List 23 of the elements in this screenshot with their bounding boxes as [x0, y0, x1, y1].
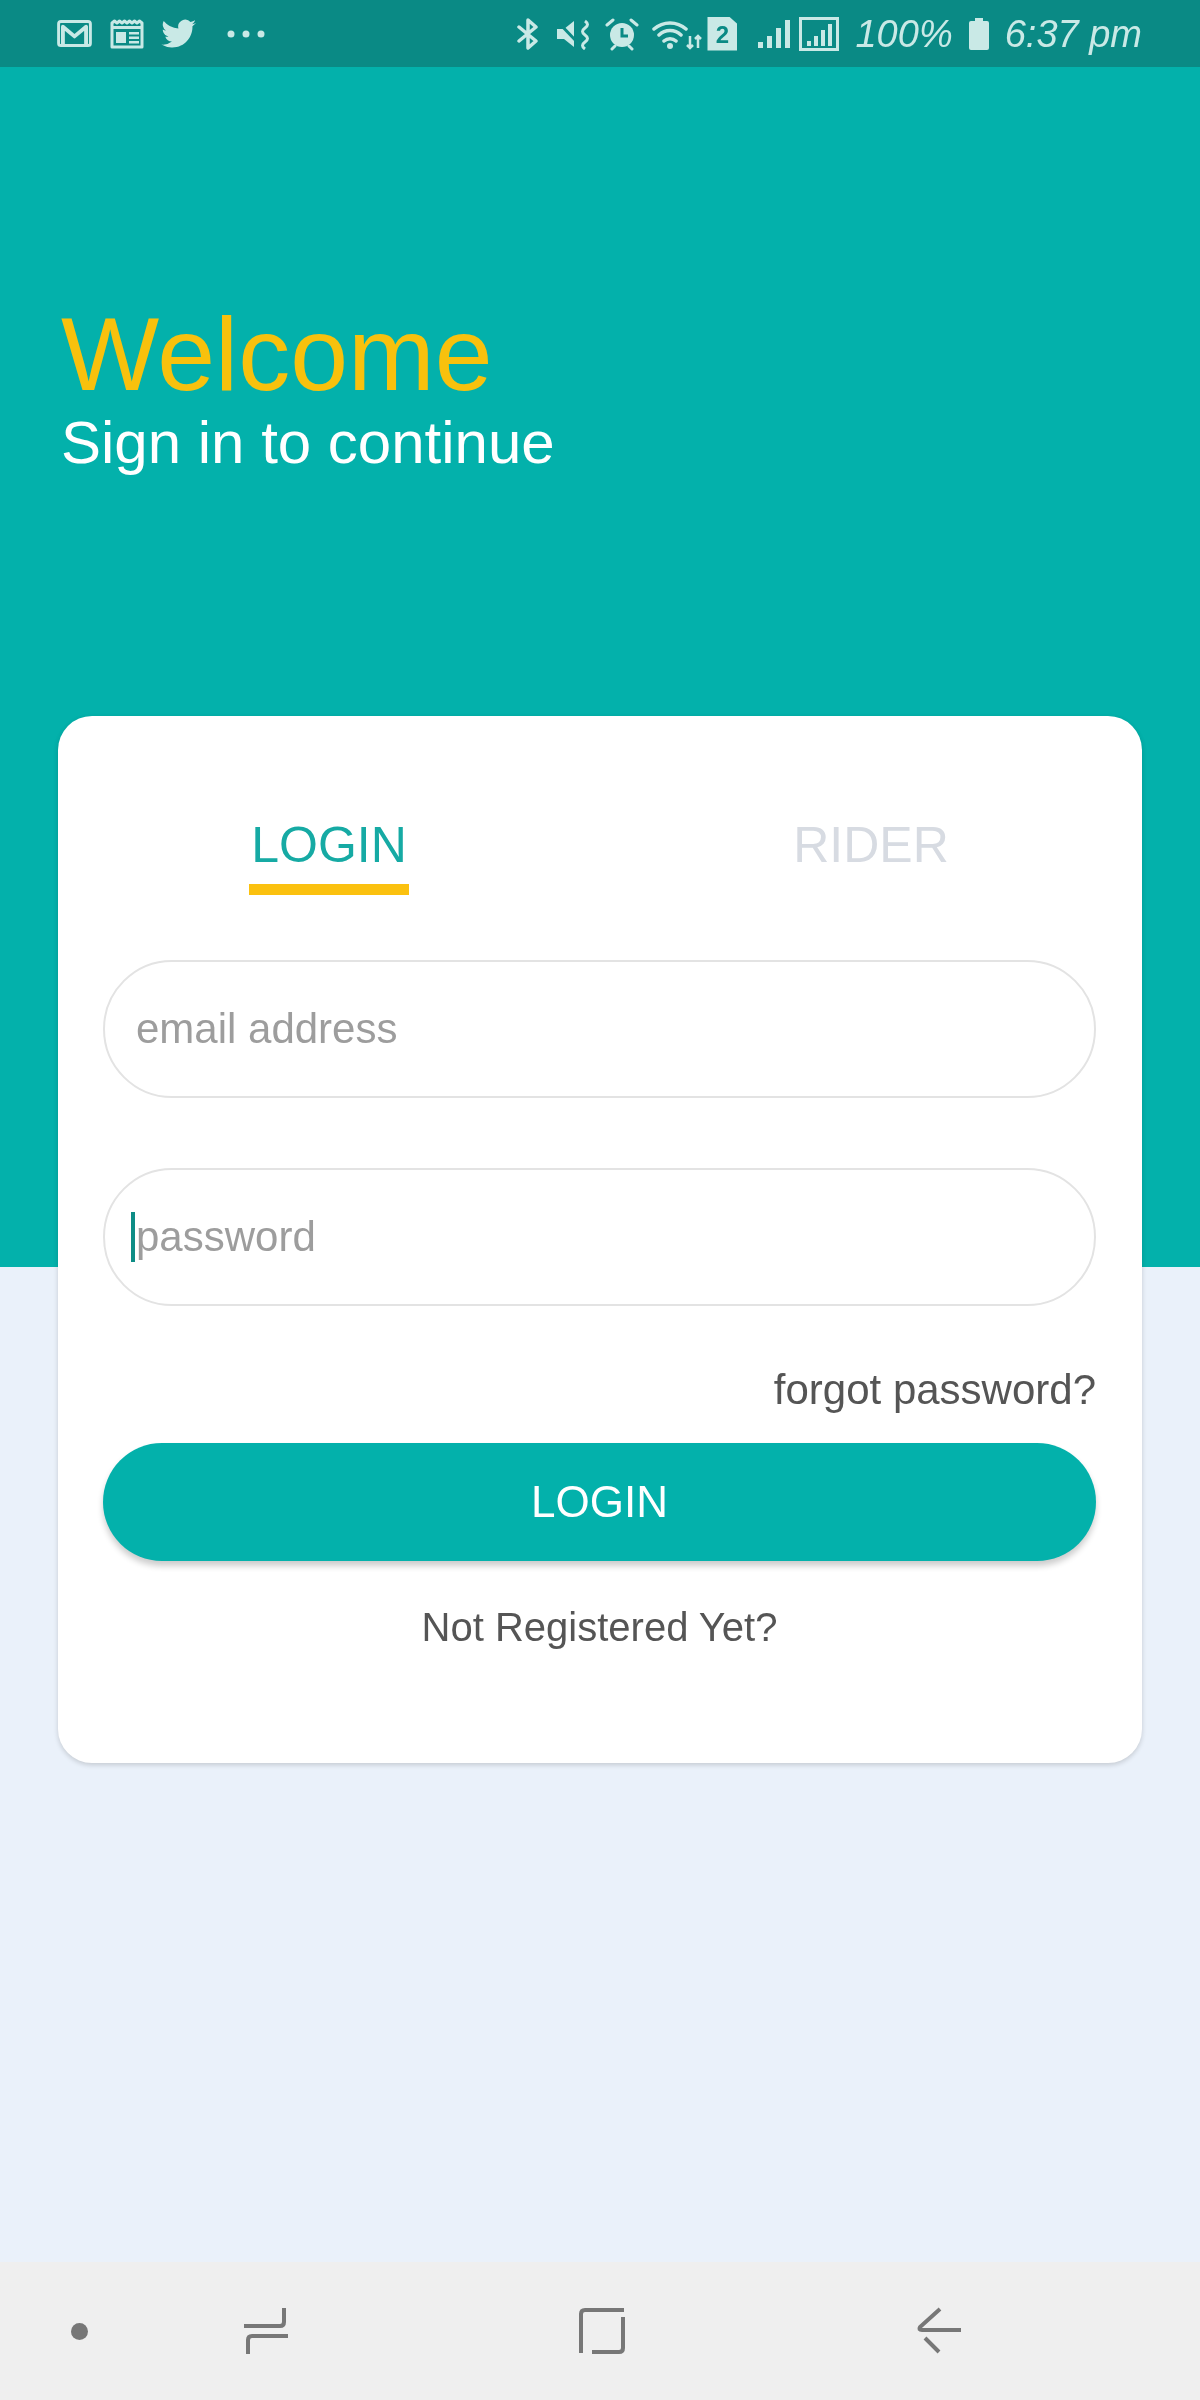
- newspaper-icon: [110, 18, 144, 49]
- battery-icon: [966, 16, 991, 51]
- bird-icon: [161, 18, 198, 49]
- email-field[interactable]: email address: [103, 960, 1096, 1098]
- password-field[interactable]: password: [103, 1168, 1096, 1306]
- tab[interactable]: LOGIN: [249, 820, 409, 895]
- signal-icon: [799, 16, 840, 51]
- home-icon[interactable]: [578, 2307, 626, 2355]
- forgot-password-link[interactable]: forgot password?: [773, 1369, 1096, 1411]
- back-icon[interactable]: [914, 2307, 962, 2355]
- battery-percentage: 100%: [855, 14, 953, 53]
- recents-icon[interactable]: [242, 2306, 290, 2356]
- dot-icon[interactable]: [71, 2322, 88, 2340]
- alarm-clock-icon: [604, 16, 641, 51]
- register-link[interactable]: Not Registered Yet?: [421, 1607, 778, 1647]
- login-button[interactable]: LOGIN: [103, 1443, 1096, 1561]
- welcome-subtitle: Sign in to continue: [61, 413, 556, 473]
- welcome-title: Welcome: [61, 302, 494, 406]
- clock-time: 6:37 pm: [1004, 14, 1142, 53]
- bluetooth-icon: [516, 17, 541, 50]
- mail-icon: [57, 20, 92, 47]
- sim-slot-indicator: 2: [707, 16, 738, 51]
- ellipsis-icon: [227, 29, 265, 38]
